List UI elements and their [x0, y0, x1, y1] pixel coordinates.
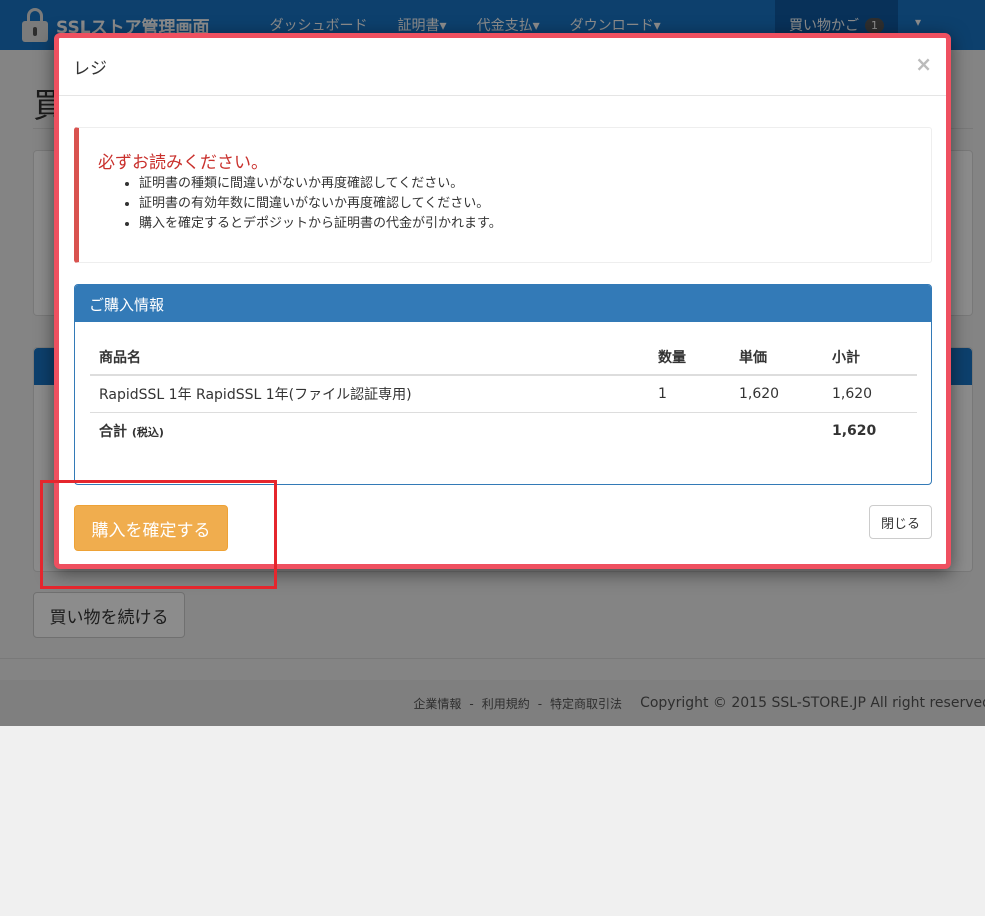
alert-list: 証明書の種類に間違いがないか再度確認してください。 証明書の有効年数に間違いがな…: [139, 174, 502, 234]
list-item: 証明書の種類に間違いがないか再度確認してください。: [139, 174, 502, 194]
total-value-cell: 1,620: [832, 422, 877, 439]
total-row: 合計 (税込) 1,620: [90, 412, 917, 449]
total-label-cell: 合計 (税込): [90, 412, 649, 449]
table-header-row: 商品名 数量 単価 小計: [90, 340, 917, 376]
empty-cell: [649, 412, 730, 449]
column-header-unit-price: 単価: [730, 340, 823, 376]
empty-cell: [730, 412, 823, 449]
quantity-cell: 1: [649, 375, 730, 413]
purchase-table: 商品名 数量 単価 小計 RapidSSL 1年 RapidSSL 1年(ファイ…: [90, 340, 917, 449]
list-item: 証明書の有効年数に間違いがないか再度確認してください。: [139, 194, 502, 214]
column-header-subtotal: 小計: [823, 340, 917, 376]
alert-title: 必ずお読みください。: [98, 153, 268, 173]
list-item: 購入を確定するとデポジットから証明書の代金が引かれます。: [139, 214, 502, 234]
warning-alert: 必ずお読みください。 証明書の種類に間違いがないか再度確認してください。 証明書…: [74, 127, 932, 263]
close-icon[interactable]: ×: [915, 52, 932, 76]
total-label: 合計: [99, 423, 127, 440]
annotation-highlight-box: [40, 480, 277, 589]
column-header-quantity: 数量: [649, 340, 730, 376]
purchase-info-panel: ご購入情報 商品名 数量 単価 小計 RapidSSL 1年 RapidSSL …: [74, 284, 932, 485]
modal-header: レジ ×: [59, 38, 946, 96]
product-name-cell: RapidSSL 1年 RapidSSL 1年(ファイル認証専用): [90, 375, 649, 413]
panel-heading: ご購入情報: [75, 285, 931, 322]
modal-title: レジ: [73, 59, 107, 79]
tax-note: (税込): [131, 425, 164, 439]
table-row: RapidSSL 1年 RapidSSL 1年(ファイル認証専用) 1 1,62…: [90, 375, 917, 413]
subtotal-cell: 1,620: [823, 375, 917, 413]
unit-price-cell: 1,620: [730, 375, 823, 413]
close-button[interactable]: 閉じる: [869, 505, 932, 539]
column-header-product: 商品名: [90, 340, 649, 376]
